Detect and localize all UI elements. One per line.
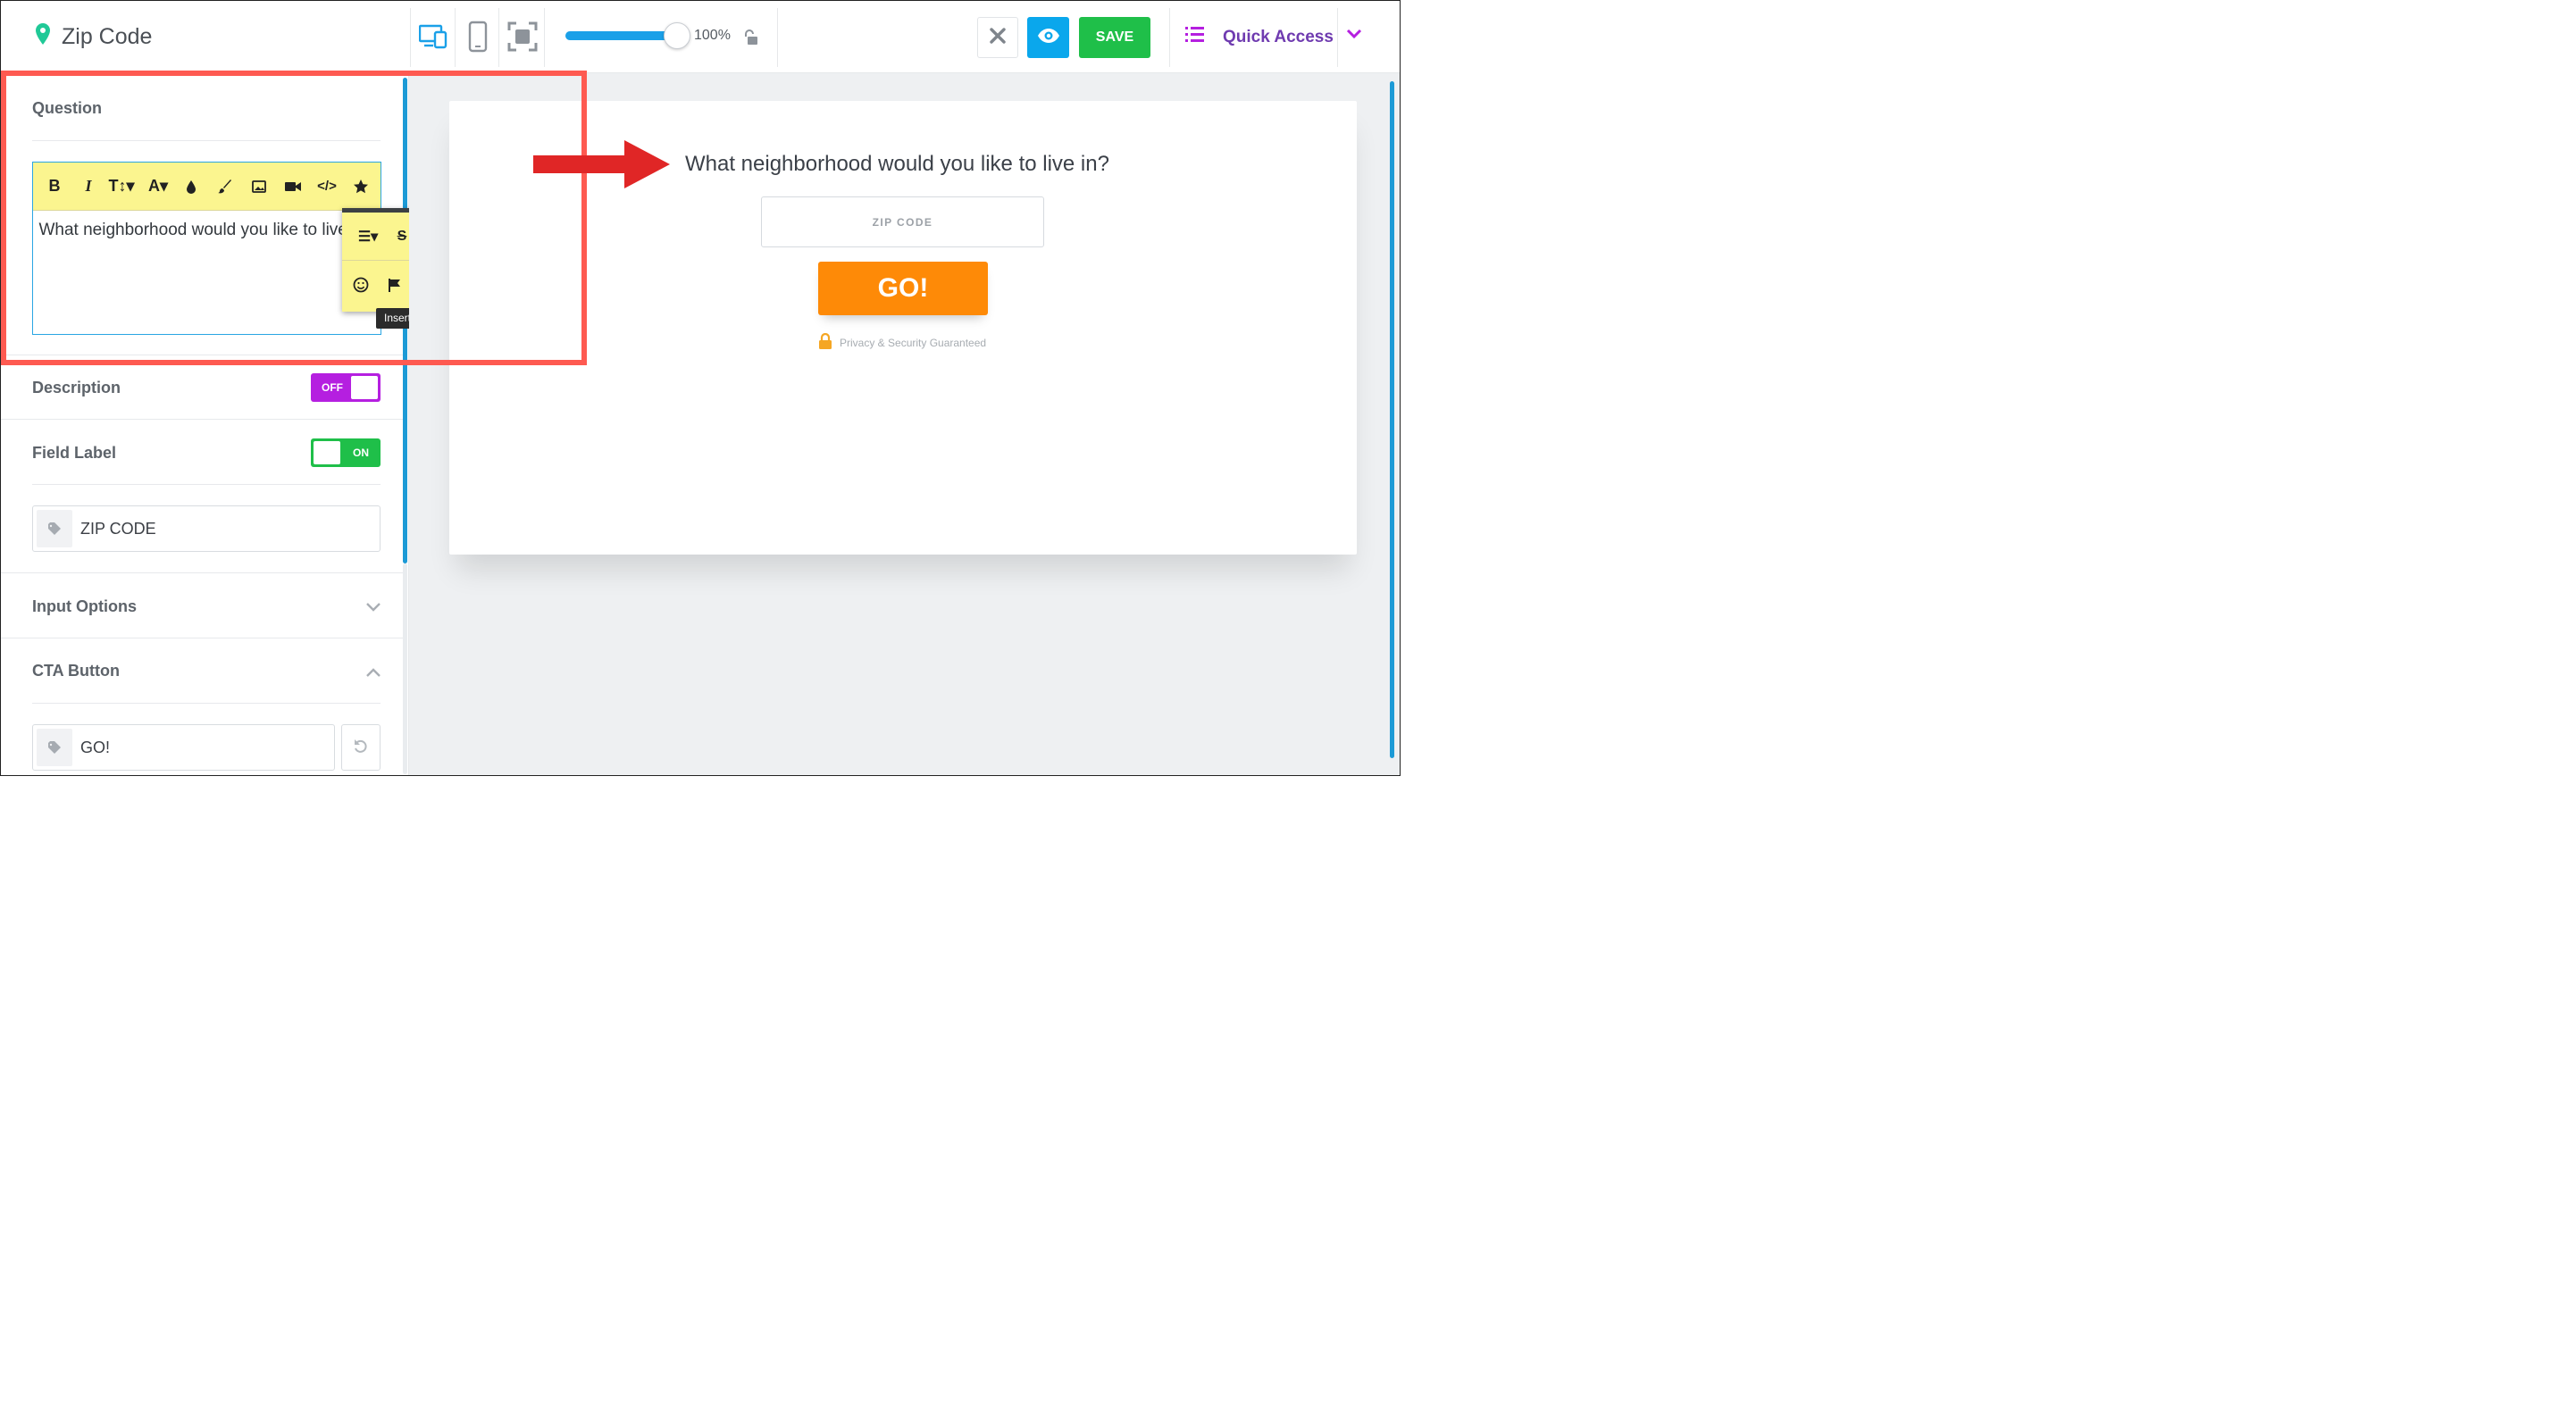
lock-icon (818, 332, 832, 352)
responsive-view-icon[interactable] (414, 17, 453, 56)
divider (32, 140, 381, 141)
text-size-icon[interactable]: T↕▾ (101, 163, 142, 210)
preview-button[interactable] (1027, 17, 1069, 58)
font-color-icon[interactable]: A▾ (142, 163, 174, 210)
code-icon[interactable]: </> (310, 163, 344, 210)
unlock-icon[interactable] (742, 29, 758, 50)
zoom-level: 100% (694, 28, 731, 43)
toggle-knob (351, 376, 378, 399)
toggle-label: OFF (322, 381, 343, 394)
toggle-knob (314, 441, 340, 464)
arrow-right-icon (533, 140, 672, 193)
list-icon (1185, 26, 1205, 49)
fullscreen-icon[interactable] (503, 17, 542, 56)
field-label-toggle[interactable]: ON (311, 438, 381, 467)
privacy-text: Privacy & Security Guaranteed (840, 336, 987, 349)
close-button[interactable] (977, 17, 1018, 58)
divider (1, 419, 403, 420)
editor-toolbar: B I T↕▾ A▾ </> (33, 163, 381, 211)
image-icon[interactable] (242, 163, 276, 210)
zoom-slider[interactable] (565, 22, 690, 49)
emoji-icon[interactable] (344, 261, 378, 308)
field-label-section-title: Field Label (32, 444, 117, 462)
divider (498, 8, 499, 67)
location-pin-icon (35, 22, 51, 52)
undo-icon (353, 738, 369, 758)
zoom-slider-track (565, 31, 671, 40)
brush-icon[interactable] (208, 163, 242, 210)
tag-icon (37, 729, 72, 766)
zip-code-input[interactable]: ZIP CODE (761, 196, 1044, 247)
field-label-value: ZIP CODE (80, 519, 156, 538)
divider (1, 572, 403, 573)
input-options-title[interactable]: Input Options (32, 597, 137, 616)
drop-icon[interactable] (174, 163, 208, 210)
canvas-scrollbar[interactable] (1390, 81, 1394, 758)
reset-button[interactable] (341, 724, 381, 771)
bold-icon[interactable]: B (33, 163, 76, 210)
quick-access-label: Quick Access (1223, 28, 1334, 46)
chevron-down-icon[interactable] (1346, 28, 1362, 45)
toggle-label: ON (353, 446, 369, 459)
left-scrollbar-track[interactable] (403, 563, 407, 774)
chevron-down-icon[interactable] (365, 601, 381, 617)
divider (410, 8, 411, 67)
divider (32, 484, 381, 485)
zoom-slider-handle[interactable] (664, 22, 690, 49)
question-editor-text[interactable]: What neighborhood would you like to live… (33, 220, 381, 240)
field-label-input[interactable]: ZIP CODE (32, 505, 381, 552)
divider (455, 8, 456, 67)
description-toggle[interactable]: OFF (311, 373, 381, 402)
app-window: Zip Code 100% SAVE Quick Access Question… (0, 0, 1401, 776)
italic-icon[interactable]: I (76, 163, 101, 210)
cta-text-input[interactable]: GO! (32, 724, 335, 771)
preview-question: What neighborhood would you like to live… (685, 152, 1109, 176)
flag-icon[interactable] (378, 261, 412, 308)
chevron-up-icon[interactable] (365, 666, 381, 682)
question-section-title: Question (32, 99, 103, 117)
divider (544, 8, 545, 67)
star-icon[interactable] (344, 163, 378, 210)
mobile-view-icon[interactable] (458, 17, 498, 56)
divider (777, 8, 778, 67)
video-icon[interactable] (276, 163, 310, 210)
cta-text-value: GO! (80, 738, 111, 756)
app-title: Zip Code (35, 22, 152, 52)
list-format-icon[interactable]: ☰▾ (351, 213, 385, 260)
tag-icon (37, 510, 72, 547)
save-button[interactable]: SAVE (1079, 17, 1150, 58)
divider (32, 703, 381, 704)
description-section-title: Description (32, 379, 121, 396)
close-icon (990, 27, 1006, 48)
go-button[interactable]: GO! (818, 262, 988, 315)
quick-access-menu[interactable]: Quick Access (1185, 26, 1334, 49)
cta-section-title[interactable]: CTA Button (32, 662, 120, 680)
privacy-note: Privacy & Security Guaranteed (818, 332, 987, 352)
divider (1169, 8, 1170, 67)
question-editor[interactable]: B I T↕▾ A▾ </> What neighborhood would y… (32, 162, 381, 335)
eye-icon (1037, 28, 1060, 48)
page-title: Zip Code (62, 24, 153, 49)
top-toolbar: Zip Code 100% SAVE Quick Access (1, 1, 1400, 73)
divider (1337, 8, 1338, 67)
